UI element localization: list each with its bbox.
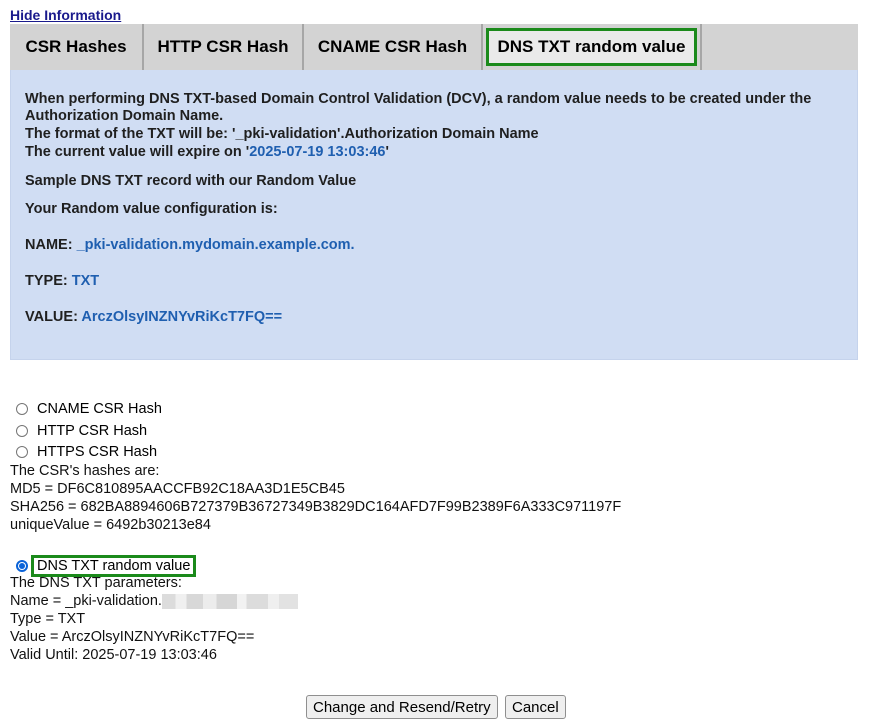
config-heading: Your Random value configuration is:	[25, 201, 278, 217]
radio-button-selected[interactable]	[16, 560, 28, 572]
value-row: VALUE: ArczOlsyINZNYvRiKcT7FQ==	[25, 309, 283, 325]
intro-text: When performing DNS TXT-based Domain Con…	[25, 91, 812, 107]
sha256-hash: SHA256 = 682BA8894606B727379B36727349B38…	[10, 499, 622, 515]
dns-type-row: Type = TXT	[10, 611, 86, 627]
tab-dns-txt-random-value[interactable]: DNS TXT random value	[483, 24, 702, 70]
option-cname-csr-hash[interactable]: CNAME CSR Hash	[16, 401, 162, 417]
change-and-resend-button[interactable]: Change and Resend/Retry	[306, 695, 498, 719]
option-label: HTTP CSR Hash	[37, 423, 148, 439]
format-text: The format of the TXT will be: '_pki-val…	[25, 126, 539, 142]
radio-button[interactable]	[16, 425, 28, 437]
dns-valid-until-row: Valid Until: 2025-07-19 13:03:46	[10, 647, 217, 663]
unique-value: uniqueValue = 6492b30213e84	[10, 517, 211, 533]
dns-value-row: Value = ArczOlsyINZNYvRiKcT7FQ==	[10, 629, 255, 645]
dns-txt-info-panel: When performing DNS TXT-based Domain Con…	[10, 70, 858, 360]
hide-information-link[interactable]: Hide Information	[10, 7, 121, 23]
value-value: ArczOlsyINZNYvRiKcT7FQ==	[81, 309, 283, 325]
dns-params-heading: The DNS TXT parameters:	[10, 575, 182, 591]
type-row: TYPE: TXT	[25, 273, 100, 289]
dns-name-row: Name = _pki-validation.	[10, 592, 298, 610]
name-value: _pki-validation.mydomain.example.com.	[76, 237, 355, 253]
tab-label: DNS TXT random value	[485, 28, 698, 66]
tab-cname-csr-hash[interactable]: CNAME CSR Hash	[304, 24, 483, 70]
option-http-csr-hash[interactable]: HTTP CSR Hash	[16, 423, 147, 439]
option-https-csr-hash[interactable]: HTTPS CSR Hash	[16, 444, 157, 460]
tab-label: CSR Hashes	[25, 37, 127, 56]
hashes-heading: The CSR's hashes are:	[10, 463, 160, 479]
type-value: TXT	[71, 273, 100, 289]
intro-text-cont: Authorization Domain Name.	[25, 108, 224, 124]
expire-value: 2025-07-19 13:03:46	[249, 144, 386, 160]
tab-label: CNAME CSR Hash	[317, 37, 468, 56]
expire-text: The current value will expire on '2025-0…	[25, 144, 389, 160]
option-label: HTTPS CSR Hash	[37, 444, 158, 460]
md5-hash: MD5 = DF6C810895AACCFB92C18AA3D1E5CB45	[10, 481, 345, 497]
tab-http-csr-hash[interactable]: HTTP CSR Hash	[144, 24, 304, 70]
tab-label: HTTP CSR Hash	[157, 37, 289, 56]
redacted-domain	[161, 593, 298, 609]
tab-csr-hashes[interactable]: CSR Hashes	[10, 24, 144, 70]
name-row: NAME: _pki-validation.mydomain.example.c…	[25, 237, 355, 253]
radio-button[interactable]	[16, 446, 28, 458]
radio-button[interactable]	[16, 403, 28, 415]
sample-heading: Sample DNS TXT record with our Random Va…	[25, 173, 357, 189]
cancel-button[interactable]: Cancel	[505, 695, 566, 719]
option-label: CNAME CSR Hash	[37, 401, 162, 417]
tab-bar: CSR Hashes HTTP CSR Hash CNAME CSR Hash …	[10, 24, 858, 70]
